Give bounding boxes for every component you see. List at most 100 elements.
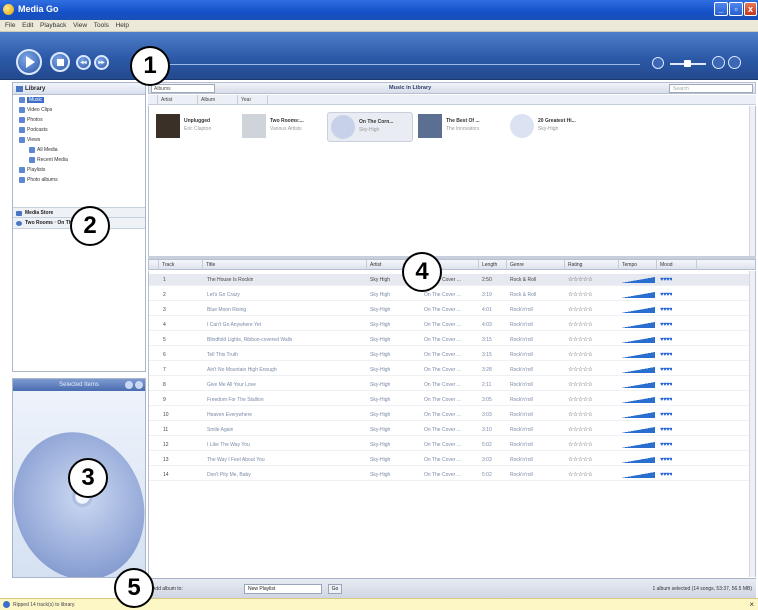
track-scrollbar[interactable] bbox=[749, 271, 755, 577]
rating-stars[interactable]: ☆☆☆☆☆ bbox=[568, 334, 592, 346]
table-row[interactable]: 13 The Way I Feel About You Sky-High On The… bbox=[149, 454, 755, 466]
track-col-length[interactable]: Length bbox=[479, 260, 507, 270]
album-col-year[interactable]: Year bbox=[238, 95, 268, 105]
track-artist: Sky-High bbox=[370, 427, 391, 433]
track-genre: Rock'n'roll bbox=[510, 337, 533, 343]
nav-item-views[interactable]: Views bbox=[13, 135, 145, 145]
rating-stars[interactable]: ☆☆☆☆☆ bbox=[568, 289, 592, 301]
rating-stars[interactable]: ☆☆☆☆☆ bbox=[568, 424, 592, 436]
library-header[interactable]: Library bbox=[13, 83, 145, 95]
seek-bar[interactable] bbox=[130, 64, 640, 65]
track-col-info[interactable] bbox=[149, 260, 159, 270]
table-row[interactable]: 12 I Like The Way You Sky-High On The Cover… bbox=[149, 439, 755, 451]
album-cover bbox=[510, 114, 534, 138]
go-button[interactable]: Go bbox=[328, 584, 342, 594]
next-button[interactable]: ▸▸ bbox=[94, 55, 109, 70]
repeat-icon[interactable] bbox=[728, 56, 741, 69]
rating-stars[interactable]: ☆☆☆☆☆ bbox=[568, 319, 592, 331]
table-row[interactable]: 14 Don't Pity Me, Baby Sky-High On The Cove… bbox=[149, 469, 755, 481]
track-col-track[interactable]: Track bbox=[159, 260, 203, 270]
menu-edit[interactable]: Edit bbox=[22, 20, 33, 32]
notification-message: Ripped 14 track(s) to library. bbox=[13, 602, 76, 608]
album-col-info[interactable] bbox=[148, 95, 158, 105]
track-genre: Rock & Roll bbox=[510, 292, 537, 298]
playlist-select[interactable]: New Playlist bbox=[244, 584, 322, 594]
previous-button[interactable]: ◂◂ bbox=[76, 55, 91, 70]
close-notification-button[interactable]: × bbox=[749, 599, 754, 610]
panel-collapse-icon[interactable] bbox=[135, 381, 143, 389]
track-genre: Rock'n'roll bbox=[510, 442, 533, 448]
maximize-button[interactable]: ▫ bbox=[729, 2, 743, 16]
table-row[interactable]: 5 Blindfold Lights, Ribbon-covered Walls S… bbox=[149, 334, 755, 346]
track-col-genre[interactable]: Genre bbox=[507, 260, 565, 270]
rating-stars[interactable]: ☆☆☆☆☆ bbox=[568, 394, 592, 406]
track-col-title[interactable]: Title bbox=[203, 260, 367, 270]
view-select[interactable]: Albums bbox=[151, 84, 215, 93]
track-artist: Sky High bbox=[370, 277, 391, 283]
album-scrollbar[interactable] bbox=[749, 106, 755, 256]
nav-item-video-clips[interactable]: Video Clips bbox=[13, 105, 145, 115]
table-row[interactable]: 1 The House Is Rockin Sky High On The Cover… bbox=[149, 274, 755, 286]
nav-item-photos[interactable]: Photos bbox=[13, 115, 145, 125]
nav-item-playlists[interactable]: Playlists bbox=[13, 165, 145, 175]
nav-item-label: All Media bbox=[37, 147, 58, 153]
tempo-indicator bbox=[621, 367, 655, 373]
nav-item-music[interactable]: Music bbox=[13, 95, 145, 105]
track-album: On The Cover ... bbox=[424, 292, 461, 298]
table-row[interactable]: 9 Freedom For The Stallion Sky-High On The … bbox=[149, 394, 755, 406]
table-row[interactable]: 8 Give Me All Your Love Sky-High On The Cov… bbox=[149, 379, 755, 391]
nav-item-all-media[interactable]: All Media bbox=[13, 145, 145, 155]
album-col-album[interactable]: Album bbox=[198, 95, 238, 105]
table-row[interactable]: 11 Smile Again Sky-High On The Cover ... 3:1… bbox=[149, 424, 755, 436]
menu-playback[interactable]: Playback bbox=[40, 20, 66, 32]
table-row[interactable]: 3 Blue Moon Rising Sky-High On The Cover ..… bbox=[149, 304, 755, 316]
nav-item-photo-albums[interactable]: Photo albums bbox=[13, 175, 145, 185]
table-row[interactable]: 6 Tell This Truth Sky-High On The Cover ...… bbox=[149, 349, 755, 361]
rating-stars[interactable]: ☆☆☆☆☆ bbox=[568, 469, 592, 481]
track-artist: Sky-High bbox=[370, 337, 391, 343]
menu-help[interactable]: Help bbox=[116, 20, 129, 32]
play-button[interactable] bbox=[16, 49, 42, 75]
nav-item-recent-media[interactable]: Recent Media bbox=[13, 155, 145, 165]
album-tile[interactable]: On The Corn... Sky-High bbox=[327, 112, 413, 142]
rating-stars[interactable]: ☆☆☆☆☆ bbox=[568, 439, 592, 451]
track-album: On The Cover ... bbox=[424, 442, 461, 448]
album-tile[interactable]: The Best Of ... The Innovators bbox=[415, 112, 501, 142]
rating-stars[interactable]: ☆☆☆☆☆ bbox=[568, 454, 592, 466]
track-col-tempo[interactable]: Tempo bbox=[619, 260, 657, 270]
table-row[interactable]: 2 Let's Go Crazy Sky High On The Cover ... 3… bbox=[149, 289, 755, 301]
album-tile[interactable]: 20 Greatest Hi... Sky-High bbox=[507, 112, 593, 142]
rating-stars[interactable]: ☆☆☆☆☆ bbox=[568, 364, 592, 376]
menu-tools[interactable]: Tools bbox=[94, 20, 109, 32]
track-number: 8 bbox=[163, 382, 166, 388]
menu-view[interactable]: View bbox=[73, 20, 87, 32]
close-button[interactable]: x bbox=[744, 2, 757, 16]
mood-hearts: ♥♥♥♥ bbox=[660, 277, 673, 283]
rating-stars[interactable]: ☆☆☆☆☆ bbox=[568, 349, 592, 361]
app-icon bbox=[3, 4, 14, 15]
table-row[interactable]: 10 Heaven Everywhere Sky-High On The Cover … bbox=[149, 409, 755, 421]
track-col-mood[interactable]: Mood bbox=[657, 260, 697, 270]
rating-stars[interactable]: ☆☆☆☆☆ bbox=[568, 274, 592, 286]
search-input[interactable]: Search bbox=[669, 84, 753, 93]
menu-file[interactable]: File bbox=[5, 20, 15, 32]
album-tile[interactable]: Two Rooms:... Various Artists bbox=[239, 112, 325, 142]
rating-stars[interactable]: ☆☆☆☆☆ bbox=[568, 379, 592, 391]
volume-slider-knob[interactable] bbox=[684, 60, 691, 67]
minimize-button[interactable]: _ bbox=[714, 2, 728, 16]
table-row[interactable]: 4 I Can't Go Anywhere Yet Sky-High On The C… bbox=[149, 319, 755, 331]
panel-options-icon[interactable] bbox=[125, 381, 133, 389]
shuffle-icon[interactable] bbox=[712, 56, 725, 69]
album-col-artist[interactable]: Artist bbox=[158, 95, 198, 105]
volume-icon[interactable] bbox=[652, 57, 664, 69]
track-number: 3 bbox=[163, 307, 166, 313]
table-row[interactable]: 7 Ain't No Mountain High Enough Sky-High On… bbox=[149, 364, 755, 376]
stop-button[interactable] bbox=[50, 52, 70, 72]
album-title: 20 Greatest Hi... bbox=[538, 118, 576, 124]
track-album: On The Cover ... bbox=[424, 427, 461, 433]
album-tile[interactable]: Unplugged Eric Clapton bbox=[153, 112, 239, 142]
track-col-rating[interactable]: Rating bbox=[565, 260, 619, 270]
rating-stars[interactable]: ☆☆☆☆☆ bbox=[568, 304, 592, 316]
rating-stars[interactable]: ☆☆☆☆☆ bbox=[568, 409, 592, 421]
nav-item-podcasts[interactable]: Podcasts bbox=[13, 125, 145, 135]
